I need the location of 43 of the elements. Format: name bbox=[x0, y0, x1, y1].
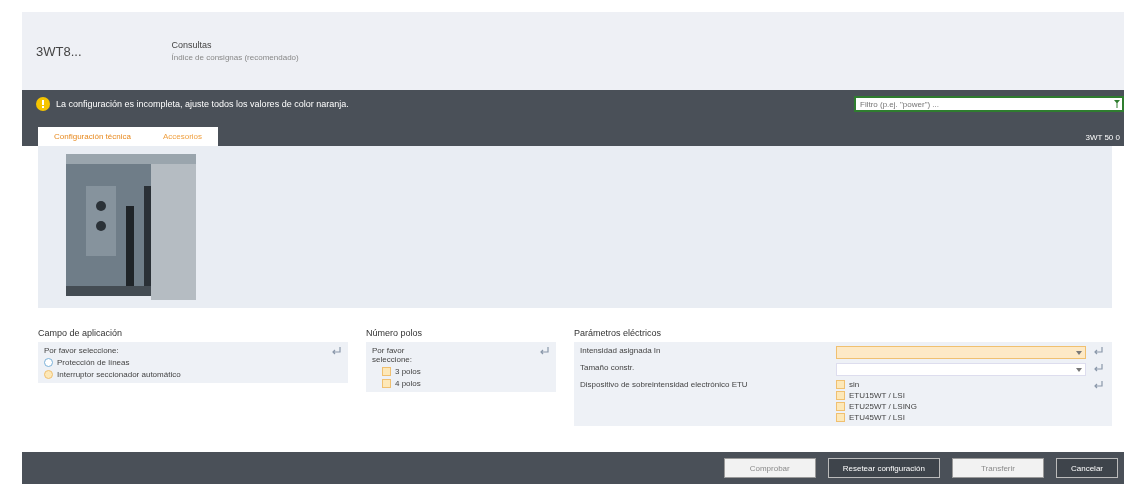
option-label[interactable]: ETU45WT / LSI bbox=[849, 413, 905, 422]
reset-icon[interactable] bbox=[1092, 346, 1104, 356]
header-title: Consultas bbox=[171, 40, 213, 50]
reset-icon[interactable] bbox=[330, 346, 342, 356]
warning-icon bbox=[36, 97, 50, 111]
dropdown[interactable] bbox=[836, 346, 1086, 359]
footer-button[interactable]: Cancelar bbox=[1056, 458, 1118, 478]
checkbox[interactable] bbox=[836, 380, 845, 389]
caret-icon bbox=[1076, 367, 1082, 372]
prompt-text: Por favor seleccione: bbox=[44, 346, 120, 355]
group-title: Parámetros eléctricos bbox=[574, 328, 663, 338]
filter-icon[interactable] bbox=[1114, 100, 1120, 108]
option-label[interactable]: Interruptor seccionador automático bbox=[57, 370, 181, 379]
checkbox[interactable] bbox=[382, 379, 391, 388]
group-title: Campo de aplicación bbox=[38, 328, 124, 338]
reset-icon[interactable] bbox=[1092, 363, 1104, 373]
reset-icon[interactable] bbox=[538, 346, 550, 356]
group-title: Número polos bbox=[366, 328, 424, 338]
parameter-label: Tamaño constr. bbox=[580, 363, 636, 372]
option-label[interactable]: ETU15WT / LSI bbox=[849, 391, 905, 400]
radio-button[interactable] bbox=[44, 358, 53, 367]
option-label[interactable]: sin bbox=[849, 380, 860, 389]
parameter-label: Dispositivo de sobreintensidad electrónico ETU bbox=[580, 380, 749, 389]
prompt-text: Por favor seleccione: bbox=[372, 346, 414, 364]
radio-button[interactable] bbox=[44, 370, 53, 379]
option-label[interactable]: Protección de líneas bbox=[57, 358, 130, 367]
caret-icon bbox=[1076, 350, 1082, 355]
search-field[interactable]: Filtro (p.ej. "power") ... bbox=[854, 96, 1124, 112]
checkbox[interactable] bbox=[836, 413, 845, 422]
option-label[interactable]: ETU25WT / LSING bbox=[849, 402, 917, 411]
option-label[interactable]: 4 polos bbox=[395, 379, 421, 388]
order-number: 3WT 50 0 bbox=[1085, 133, 1121, 144]
checkbox[interactable] bbox=[836, 402, 845, 411]
checkbox[interactable] bbox=[836, 391, 845, 400]
footer-button[interactable]: Resetear configuración bbox=[827, 458, 940, 478]
parameter-label: Intensidad asignada In bbox=[580, 346, 662, 355]
product-code: 3WT8... bbox=[36, 43, 82, 59]
option-label[interactable]: 3 polos bbox=[395, 367, 421, 376]
checkbox[interactable] bbox=[382, 367, 391, 376]
dropdown[interactable] bbox=[836, 363, 1086, 376]
header-subtitle: Índice de consignas (recomendado) bbox=[171, 53, 299, 62]
reset-icon[interactable] bbox=[1092, 380, 1104, 390]
alert-message: La configuración es incompleta, ajuste todos los valores de color naranja. bbox=[56, 99, 350, 109]
